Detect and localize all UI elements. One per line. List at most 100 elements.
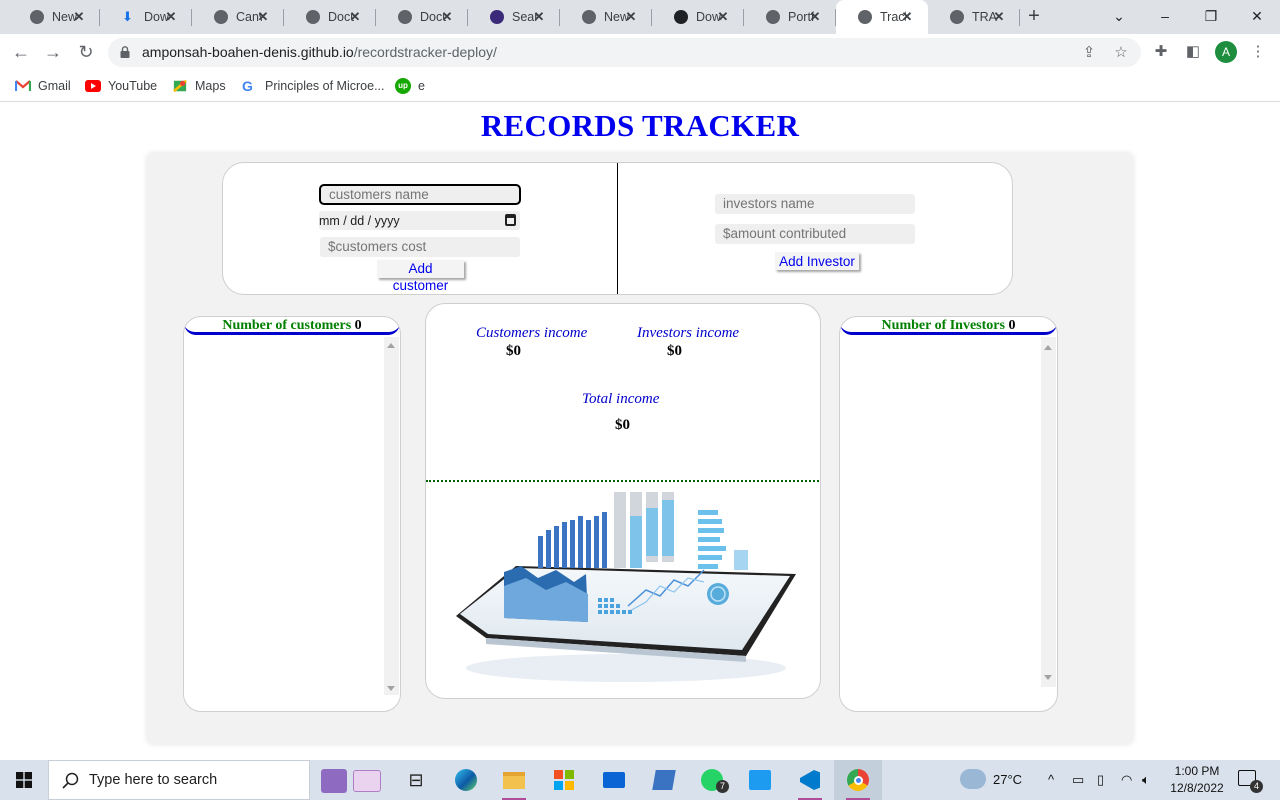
bookmark-youtube[interactable]: YouTube (85, 77, 157, 95)
store-button[interactable] (540, 760, 588, 800)
tab-close-icon[interactable]: ✕ (532, 9, 546, 25)
browser-tab[interactable]: Down✕ (652, 0, 744, 34)
globe-icon (306, 10, 320, 24)
wifi-icon[interactable]: ◠ (1121, 772, 1132, 788)
browser-tab[interactable]: Search✕ (468, 0, 560, 34)
customer-name-input[interactable] (319, 184, 521, 205)
browser-tab[interactable]: New ✕ (560, 0, 652, 34)
vpn-app-button[interactable] (640, 760, 688, 800)
url-text[interactable]: amponsah-boahen-denis.github.io/recordst… (142, 44, 497, 61)
weather-cloud-icon[interactable] (960, 769, 986, 789)
png-icon (674, 10, 688, 24)
edge-button[interactable] (442, 760, 490, 800)
device-icon[interactable]: ▯ (1097, 772, 1104, 788)
customers-scrollbar[interactable] (384, 337, 399, 695)
scroll-up-arrow-icon[interactable] (387, 343, 395, 348)
tab-close-icon[interactable]: ✕ (624, 9, 638, 25)
tab-close-icon[interactable]: ✕ (164, 9, 178, 25)
taskbar-clock[interactable]: 1:00 PM 12/8/2022 (1165, 763, 1229, 797)
github-icon (582, 10, 596, 24)
bookmark-maps[interactable]: Maps (172, 77, 226, 95)
tab-separator (1019, 9, 1020, 26)
minimize-button[interactable]: – (1142, 4, 1188, 30)
scroll-up-arrow-icon[interactable] (1044, 345, 1052, 350)
lock-icon[interactable] (120, 46, 130, 58)
customers-panel-header: Number of customers 0 (184, 317, 400, 335)
new-tab-button[interactable]: + (1024, 6, 1044, 27)
bookmark-principles[interactable]: G Principles of Microe... (242, 77, 384, 95)
chrome-button[interactable] (834, 760, 882, 800)
news-widget-icon (353, 770, 381, 792)
file-explorer-button[interactable] (490, 760, 538, 800)
profile-avatar[interactable]: A (1215, 41, 1237, 63)
investors-scrollbar[interactable] (1041, 337, 1056, 687)
add-customer-button[interactable]: Add customer (377, 260, 464, 293)
mail-icon (603, 772, 625, 788)
tablet-analytics-illustration (456, 492, 796, 682)
weather-temp[interactable]: 27°C (993, 772, 1022, 787)
show-hidden-icons-icon[interactable]: ^ (1048, 772, 1054, 787)
edge-icon (455, 769, 477, 791)
add-investor-button[interactable]: Add Investor (775, 252, 859, 270)
customer-cost-input[interactable] (320, 237, 520, 257)
store-icon (554, 770, 574, 790)
bookmark-gmail[interactable]: Gmail (15, 77, 71, 95)
customers-count: 0 (354, 318, 362, 333)
reload-button[interactable]: ↻ (76, 42, 96, 62)
search-icon (62, 772, 79, 789)
volume-icon[interactable]: 🔈︎ (1142, 772, 1150, 788)
tab-close-icon[interactable]: ✕ (992, 9, 1006, 25)
browser-tab[interactable]: New ✕ (8, 0, 100, 34)
investors-income-value: $0 (667, 343, 682, 359)
back-button[interactable]: ← (11, 42, 31, 62)
globe-icon (950, 10, 964, 24)
browser-tab[interactable]: Docu ✕ (376, 0, 468, 34)
clapper-board-icon (321, 769, 347, 793)
globe-icon (766, 10, 780, 24)
tab-close-icon[interactable]: ✕ (900, 9, 914, 25)
tab-close-icon[interactable]: ✕ (348, 9, 362, 25)
tab-close-icon[interactable]: ✕ (72, 9, 86, 25)
whatsapp-button[interactable]: 7 (688, 760, 736, 800)
tab-close-icon[interactable]: ✕ (716, 9, 730, 25)
browser-tab[interactable]: Canva✕ (192, 0, 284, 34)
vscode-icon (800, 770, 820, 790)
investor-name-input[interactable] (715, 194, 915, 214)
clock-date: 12/8/2022 (1170, 781, 1224, 795)
menu-kebab-icon[interactable]: ⋮ (1248, 42, 1268, 62)
calendar-icon[interactable] (505, 214, 516, 226)
vscode-button[interactable] (786, 760, 834, 800)
share-icon[interactable]: ⇪ (1080, 44, 1098, 62)
browser-tab[interactable]: Docu ✕ (284, 0, 376, 34)
battery-icon[interactable]: ▭ (1072, 772, 1084, 788)
twitter-button[interactable] (736, 760, 784, 800)
address-bar[interactable]: amponsah-boahen-denis.github.io/recordst… (108, 38, 1141, 67)
forward-button[interactable]: → (43, 42, 63, 62)
browser-tab[interactable]: ⬇Downloads✕ (100, 0, 192, 34)
restore-button[interactable]: ❐ (1188, 4, 1234, 30)
browser-tab[interactable]: TRAN✕ (928, 0, 1020, 34)
investors-income-label: Investors income (637, 325, 740, 341)
download-icon: ⬇ (122, 9, 133, 24)
browser-tab[interactable]: Portfo✕ (744, 0, 836, 34)
tab-search-icon[interactable]: ⌄ (1096, 4, 1142, 30)
browser-tab[interactable]: Track✕ (836, 0, 928, 34)
close-window-button[interactable]: ✕ (1234, 4, 1280, 30)
dotted-divider (426, 480, 820, 482)
tab-close-icon[interactable]: ✕ (440, 9, 454, 25)
bookmark-upwork[interactable]: up e (395, 77, 425, 95)
customer-date-input[interactable]: mm / dd / yyyy (319, 211, 520, 230)
tab-close-icon[interactable]: ✕ (256, 9, 270, 25)
scroll-down-arrow-icon[interactable] (387, 686, 395, 691)
extensions-icon[interactable]: ✚ (1151, 42, 1171, 62)
investor-amount-input[interactable] (715, 224, 915, 244)
mail-button[interactable] (590, 760, 638, 800)
scroll-down-arrow-icon[interactable] (1044, 675, 1052, 680)
task-view-button[interactable]: ⊟ (392, 760, 440, 800)
tab-close-icon[interactable]: ✕ (808, 9, 822, 25)
bookmark-star-icon[interactable]: ☆ (1112, 44, 1130, 62)
taskbar-search[interactable]: Type here to search (48, 760, 381, 800)
start-button[interactable] (0, 760, 48, 800)
side-panel-icon[interactable]: ◧ (1183, 42, 1203, 62)
notifications-icon[interactable]: 4 (1238, 770, 1263, 793)
